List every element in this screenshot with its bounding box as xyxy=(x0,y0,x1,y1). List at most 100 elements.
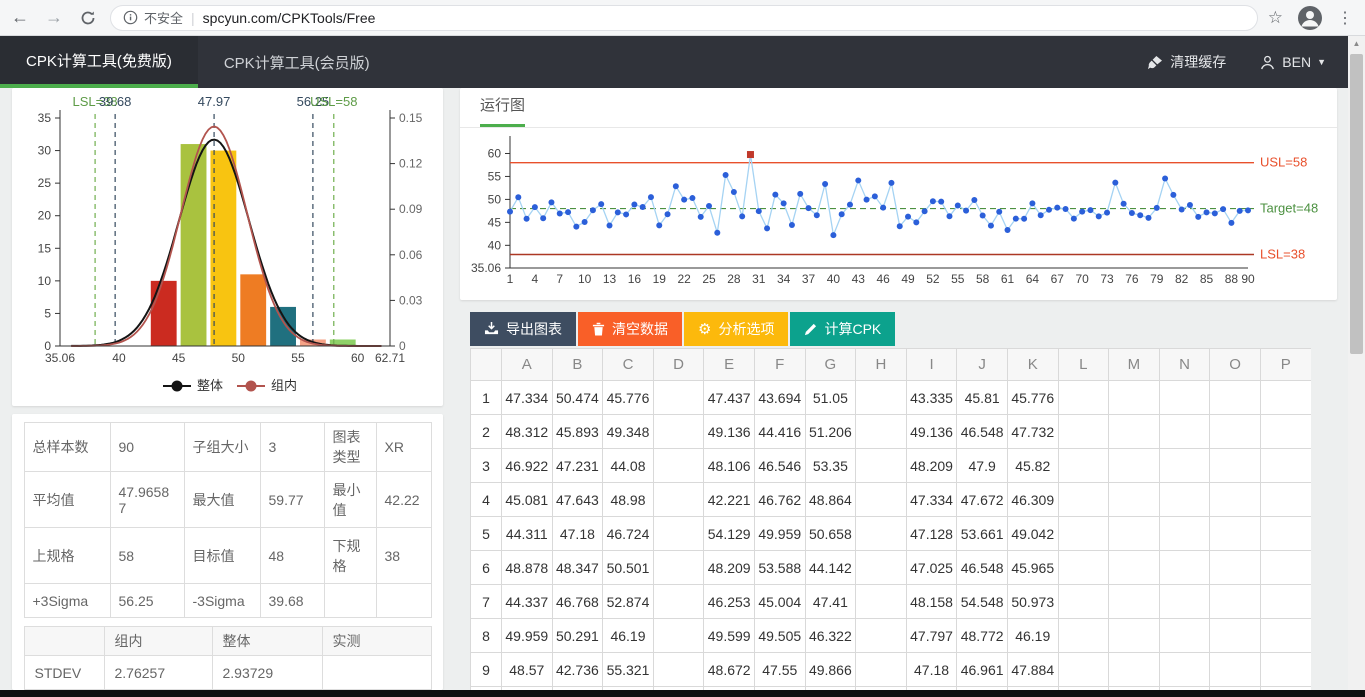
sheet-cell-L8[interactable] xyxy=(1058,619,1109,653)
sheet-row-header[interactable]: 6 xyxy=(471,551,502,585)
run-point[interactable] xyxy=(847,202,853,208)
run-point[interactable] xyxy=(665,211,671,217)
sheet-cell-C3[interactable]: 44.08 xyxy=(603,449,654,483)
sheet-cell-G9[interactable]: 49.866 xyxy=(805,653,856,687)
sheet-row-header[interactable]: 5 xyxy=(471,517,502,551)
run-point[interactable] xyxy=(1021,216,1027,222)
sheet-cell-C2[interactable]: 49.348 xyxy=(603,415,654,449)
run-point[interactable] xyxy=(1071,216,1077,222)
run-point[interactable] xyxy=(839,211,845,217)
sheet-cell-O6[interactable] xyxy=(1210,551,1261,585)
clear-cache-button[interactable]: 清理缓存 xyxy=(1146,52,1226,72)
sheet-row-header[interactable]: 4 xyxy=(471,483,502,517)
run-point[interactable] xyxy=(607,223,613,229)
sheet-cell-D5[interactable] xyxy=(653,517,704,551)
sheet-col-header-B[interactable]: B xyxy=(552,349,603,381)
sheet-cell-N8[interactable] xyxy=(1159,619,1210,653)
sheet-cell-K3[interactable]: 45.82 xyxy=(1007,449,1058,483)
run-point[interactable] xyxy=(1245,207,1251,213)
sheet-cell-B1[interactable]: 50.474 xyxy=(552,381,603,415)
run-point[interactable] xyxy=(781,200,787,206)
run-point[interactable] xyxy=(565,209,571,215)
run-point[interactable] xyxy=(540,215,546,221)
sheet-col-header-A[interactable]: A xyxy=(502,349,553,381)
sheet-cell-J2[interactable]: 46.548 xyxy=(957,415,1008,449)
run-point[interactable] xyxy=(1063,206,1069,212)
url-text[interactable]: spcyun.com/CPKTools/Free xyxy=(203,10,376,26)
sheet-cell-N9[interactable] xyxy=(1159,653,1210,687)
run-point[interactable] xyxy=(789,222,795,228)
sheet-cell-D3[interactable] xyxy=(653,449,704,483)
run-point[interactable] xyxy=(681,197,687,203)
run-point[interactable] xyxy=(1112,180,1118,186)
sheet-cell-C9[interactable]: 55.321 xyxy=(603,653,654,687)
sheet-cell-J1[interactable]: 45.81 xyxy=(957,381,1008,415)
sheet-cell-B2[interactable]: 45.893 xyxy=(552,415,603,449)
sheet-cell-P9[interactable] xyxy=(1260,653,1311,687)
back-icon[interactable]: ← xyxy=(6,4,34,32)
sheet-cell-I7[interactable]: 48.158 xyxy=(906,585,957,619)
run-point[interactable] xyxy=(714,230,720,236)
run-point[interactable] xyxy=(1137,212,1143,218)
sheet-cell-B5[interactable]: 47.18 xyxy=(552,517,603,551)
sheet-row-header[interactable]: 9 xyxy=(471,653,502,687)
run-point[interactable] xyxy=(507,209,513,215)
sheet-cell-D6[interactable] xyxy=(653,551,704,585)
tab-cpk-free[interactable]: CPK计算工具(免费版) xyxy=(0,36,198,88)
run-point[interactable] xyxy=(963,208,969,214)
run-point[interactable] xyxy=(822,181,828,187)
run-point[interactable] xyxy=(1087,207,1093,213)
run-point[interactable] xyxy=(1121,201,1127,207)
run-point[interactable] xyxy=(640,204,646,210)
run-point[interactable] xyxy=(1195,214,1201,220)
sheet-cell-A7[interactable]: 44.337 xyxy=(502,585,553,619)
run-point[interactable] xyxy=(1212,210,1218,216)
sheet-cell-I8[interactable]: 47.797 xyxy=(906,619,957,653)
run-point[interactable] xyxy=(573,224,579,230)
sheet-cell-K5[interactable]: 49.042 xyxy=(1007,517,1058,551)
sheet-col-header-K[interactable]: K xyxy=(1007,349,1058,381)
sheet-cell-J8[interactable]: 48.772 xyxy=(957,619,1008,653)
run-point[interactable] xyxy=(830,232,836,238)
sheet-cell-E1[interactable]: 47.437 xyxy=(704,381,755,415)
sheet-cell-P4[interactable] xyxy=(1260,483,1311,517)
sheet-cell-J5[interactable]: 53.661 xyxy=(957,517,1008,551)
sheet-cell-L9[interactable] xyxy=(1058,653,1109,687)
sheet-cell-A6[interactable]: 48.878 xyxy=(502,551,553,585)
run-point[interactable] xyxy=(631,202,637,208)
sheet-cell-M9[interactable] xyxy=(1109,653,1160,687)
sheet-cell-C6[interactable]: 50.501 xyxy=(603,551,654,585)
sheet-cell-E2[interactable]: 49.136 xyxy=(704,415,755,449)
reload-icon[interactable] xyxy=(74,4,102,32)
sheet-cell-F2[interactable]: 44.416 xyxy=(754,415,805,449)
run-point[interactable] xyxy=(1179,207,1185,213)
run-point[interactable] xyxy=(1046,207,1052,213)
sheet-cell-M4[interactable] xyxy=(1109,483,1160,517)
run-point[interactable] xyxy=(590,207,596,213)
sheet-cell-N6[interactable] xyxy=(1159,551,1210,585)
run-point[interactable] xyxy=(938,199,944,205)
sheet-cell-E5[interactable]: 54.129 xyxy=(704,517,755,551)
run-point[interactable] xyxy=(689,195,695,201)
run-point[interactable] xyxy=(532,204,538,210)
scroll-up-icon[interactable]: ▲ xyxy=(1348,39,1365,48)
run-point[interactable] xyxy=(756,208,762,214)
sheet-cell-H8[interactable] xyxy=(856,619,907,653)
sheet-cell-E9[interactable]: 48.672 xyxy=(704,653,755,687)
calc-cpk-button[interactable]: 计算CPK xyxy=(790,312,895,346)
sheet-cell-C8[interactable]: 46.19 xyxy=(603,619,654,653)
sheet-cell-H4[interactable] xyxy=(856,483,907,517)
run-point[interactable] xyxy=(1228,220,1234,226)
sheet-cell-B7[interactable]: 46.768 xyxy=(552,585,603,619)
sheet-cell-G2[interactable]: 51.206 xyxy=(805,415,856,449)
export-chart-button[interactable]: 导出图表 xyxy=(470,312,576,346)
sheet-cell-N1[interactable] xyxy=(1159,381,1210,415)
sheet-cell-H6[interactable] xyxy=(856,551,907,585)
sheet-cell-H3[interactable] xyxy=(856,449,907,483)
sheet-cell-N4[interactable] xyxy=(1159,483,1210,517)
sheet-cell-O8[interactable] xyxy=(1210,619,1261,653)
run-point[interactable] xyxy=(582,219,588,225)
sheet-cell-I2[interactable]: 49.136 xyxy=(906,415,957,449)
sheet-cell-K4[interactable]: 46.309 xyxy=(1007,483,1058,517)
run-point[interactable] xyxy=(905,214,911,220)
